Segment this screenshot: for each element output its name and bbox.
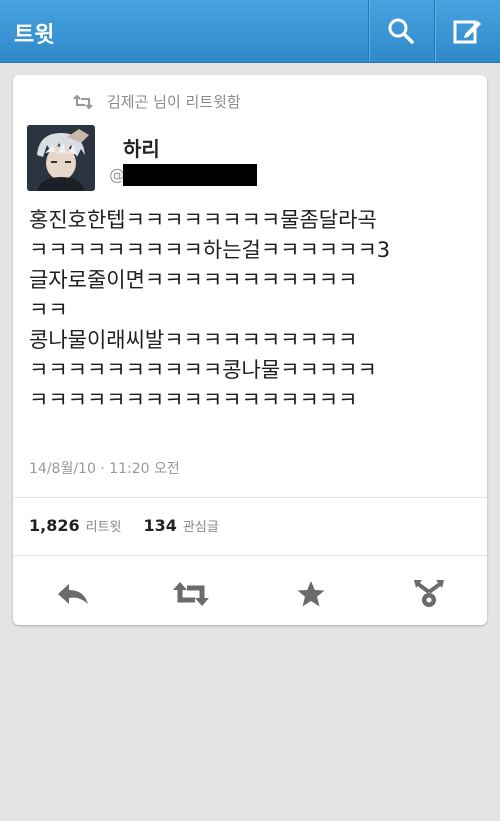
favorite-star-icon [297, 581, 325, 607]
tweet-text-line: 홍진호한텝ㅋㅋㅋㅋㅋㅋㅋㅋ물좀달라곡 [29, 208, 377, 232]
compose-icon [453, 20, 481, 44]
tweet-text-line: 글자로줄이면ㅋㅋㅋㅋㅋㅋㅋㅋㅋㅋㅋ [29, 268, 358, 292]
tweet-text-line: 콩나물이래씨발ㅋㅋㅋㅋㅋㅋㅋㅋㅋㅋ [29, 328, 358, 352]
tweet-card: 김제곤 님이 리트윗함 하리 @ 홍진호한텝ㅋㅋㅋㅋㅋㅋㅋㅋ물좀달라곡 ㅋㅋㅋㅋ… [13, 75, 487, 625]
avatar-image [27, 125, 95, 191]
favorite-count[interactable]: 134 [144, 516, 177, 535]
redacted-handle-bar [123, 164, 257, 186]
compose-button[interactable] [434, 0, 500, 62]
retweet-context: 김제곤 님이 리트윗함 [73, 91, 241, 112]
favorite-count-label: 관심글 [182, 520, 219, 535]
favorite-button[interactable] [289, 574, 333, 614]
search-icon [388, 18, 414, 44]
retweet-icon [173, 582, 209, 606]
divider [13, 555, 487, 556]
retweet-small-icon [73, 94, 93, 109]
retweet-button[interactable] [169, 574, 213, 614]
tweet-actions [13, 568, 487, 618]
tweet-stats: 1,826 리트윗 134 관심글 [29, 516, 241, 535]
tweet-text-line: ㅋㅋㅋㅋㅋㅋㅋㅋㅋㅋ콩나물ㅋㅋㅋㅋㅋ [29, 358, 377, 382]
reply-button[interactable] [51, 574, 95, 614]
retweet-count[interactable]: 1,826 [29, 516, 80, 535]
retweet-count-label: 리트윗 [85, 520, 122, 535]
avatar[interactable] [27, 125, 95, 191]
tweet-text: 홍진호한텝ㅋㅋㅋㅋㅋㅋㅋㅋ물좀달라곡 ㅋㅋㅋㅋㅋㅋㅋㅋㅋ하는걸ㅋㅋㅋㅋㅋㅋ3 글… [29, 205, 479, 415]
share-icon [414, 580, 444, 607]
search-button[interactable] [368, 0, 433, 62]
reply-icon [58, 584, 88, 604]
tweet-text-line: ㅋㅋ [29, 298, 68, 322]
tweet-text-line: ㅋㅋㅋㅋㅋㅋㅋㅋㅋ하는걸ㅋㅋㅋㅋㅋㅋ3 [29, 238, 391, 262]
page-title: 트윗 [14, 23, 55, 48]
display-name[interactable]: 하리 [123, 133, 160, 162]
share-button[interactable] [407, 574, 451, 614]
divider [13, 497, 487, 498]
top-bar: 트윗 [0, 0, 500, 63]
tweet-text-line: ㅋㅋㅋㅋㅋㅋㅋㅋㅋㅋㅋㅋㅋㅋㅋㅋㅋ [29, 388, 358, 412]
retweeted-by-text: 김제곤 님이 리트윗함 [107, 93, 241, 111]
tweet-timestamp: 14/8월/10 · 11:20 오전 [29, 461, 180, 477]
